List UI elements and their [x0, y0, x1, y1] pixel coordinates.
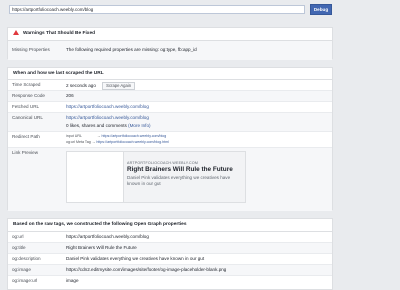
preview-description: Daniel Pink validates everything we crea… — [127, 175, 231, 187]
canonical-url-label: Canonical URL — [12, 115, 43, 120]
redirect-item-label: input URL — [66, 134, 82, 138]
preview-card[interactable]: ARTPORTFOLIOCOACH.WEEBLY.COM Right Brain… — [124, 151, 246, 203]
og-row: og:title Right Brainers Will Rule the Fu… — [8, 243, 332, 254]
og-row-label: og:title — [12, 245, 26, 250]
og-row-value: Right Brainers Will Rule the Future — [66, 245, 137, 250]
response-code-row: Response Code 206 — [8, 91, 332, 102]
time-scraped-value: 2 seconds ago — [66, 83, 96, 88]
debug-button[interactable]: Debug — [310, 4, 332, 15]
redirect-item: og:url Meta Tag → https://artportfolioco… — [66, 140, 169, 144]
og-row-label: og:url — [12, 234, 24, 239]
og-row: og:image https://cdn2.editmysite.com/ima… — [8, 265, 332, 276]
warnings-header: Warnings That Should Be Fixed — [8, 28, 332, 41]
preview-image[interactable] — [66, 151, 124, 203]
canonical-url-row: Canonical URL https://artportfoliocoach.… — [8, 113, 332, 132]
time-scraped-row: Time Scraped 2 seconds ago Scrape Again — [8, 80, 332, 91]
more-info-link[interactable]: (More Info) — [128, 123, 150, 128]
warning-triangle-icon — [13, 30, 19, 35]
og-row: og:url https://artportfoliocoach.weebly.… — [8, 232, 332, 243]
redirect-path-row: Redirect Path input URL → https://artpor… — [8, 132, 332, 148]
url-input[interactable]: https://artportfoliocoach.weebly.com/blo… — [9, 5, 305, 14]
og-row-label: og:image:url — [12, 278, 38, 283]
og-row-value: https://cdn2.editmysite.com/images/site/… — [66, 267, 227, 272]
fetched-url-label: Fetched URL — [12, 104, 40, 109]
og-header: Based on the raw tags, we constructed th… — [8, 219, 332, 232]
scrape-header: When and how we last scraped the URL — [8, 68, 332, 80]
og-row-value: https://artportfoliocoach.weebly.com/blo… — [66, 234, 149, 239]
preview-title: Right Brainers Will Rule the Future — [127, 166, 233, 173]
fetched-url-link[interactable]: https://artportfoliocoach.weebly.com/blo… — [66, 104, 149, 109]
link-preview-label: Link Preview — [12, 150, 39, 155]
warnings-title: Warnings That Should Be Fixed — [23, 31, 96, 36]
scrape-again-button[interactable]: Scrape Again — [102, 82, 136, 90]
og-row-value: Daniel Pink validates everything we crea… — [66, 256, 205, 261]
og-row: og:image:url image — [8, 276, 332, 287]
canonical-url-link[interactable]: https://artportfoliocoach.weebly.com/blo… — [66, 115, 149, 120]
og-panel: Based on the raw tags, we constructed th… — [7, 218, 333, 290]
preview-domain: ARTPORTFOLIOCOACH.WEEBLY.COM — [127, 161, 199, 165]
fetched-url-row: Fetched URL https://artportfoliocoach.we… — [8, 102, 332, 113]
redirect-item-label: og:url Meta Tag — [66, 140, 91, 144]
warnings-panel: Warnings That Should Be Fixed Missing Pr… — [7, 27, 333, 60]
warning-label: Missing Properties — [12, 47, 50, 52]
link-preview-row: Link Preview ARTPORTFOLIOCOACH.WEEBLY.CO… — [8, 148, 332, 211]
og-row-value: image — [66, 278, 79, 283]
redirect-item-url[interactable]: https://artportfoliocoach.weebly.com/blo… — [96, 140, 169, 144]
warning-value: The following required properties are mi… — [66, 47, 197, 52]
likes-text: 0 likes, shares and comments — [66, 123, 127, 128]
right-arrow-icon: → — [96, 134, 101, 138]
warning-row: Missing Properties The following require… — [8, 41, 332, 60]
og-row: og:description Daniel Pink validates eve… — [8, 254, 332, 265]
likes-wrap: 0 likes, shares and comments (More Info) — [66, 123, 151, 128]
og-row-label: og:image — [12, 267, 31, 272]
scrape-panel: When and how we last scraped the URL Tim… — [7, 67, 333, 211]
redirect-item-url[interactable]: https://artportfoliocoach.weebly.com/blo… — [101, 134, 166, 138]
response-code-label: Response Code — [12, 93, 45, 98]
redirect-item: input URL → https://artportfoliocoach.we… — [66, 134, 166, 138]
time-scraped-value-wrap: 2 seconds ago Scrape Again — [66, 82, 136, 90]
redirect-path-label: Redirect Path — [12, 134, 40, 139]
top-bar: https://artportfoliocoach.weebly.com/blo… — [0, 0, 400, 26]
right-arrow-icon: → — [91, 140, 96, 144]
og-row-label: og:description — [12, 256, 41, 261]
time-scraped-label: Time Scraped — [12, 82, 41, 87]
response-code-value: 206 — [66, 93, 74, 98]
